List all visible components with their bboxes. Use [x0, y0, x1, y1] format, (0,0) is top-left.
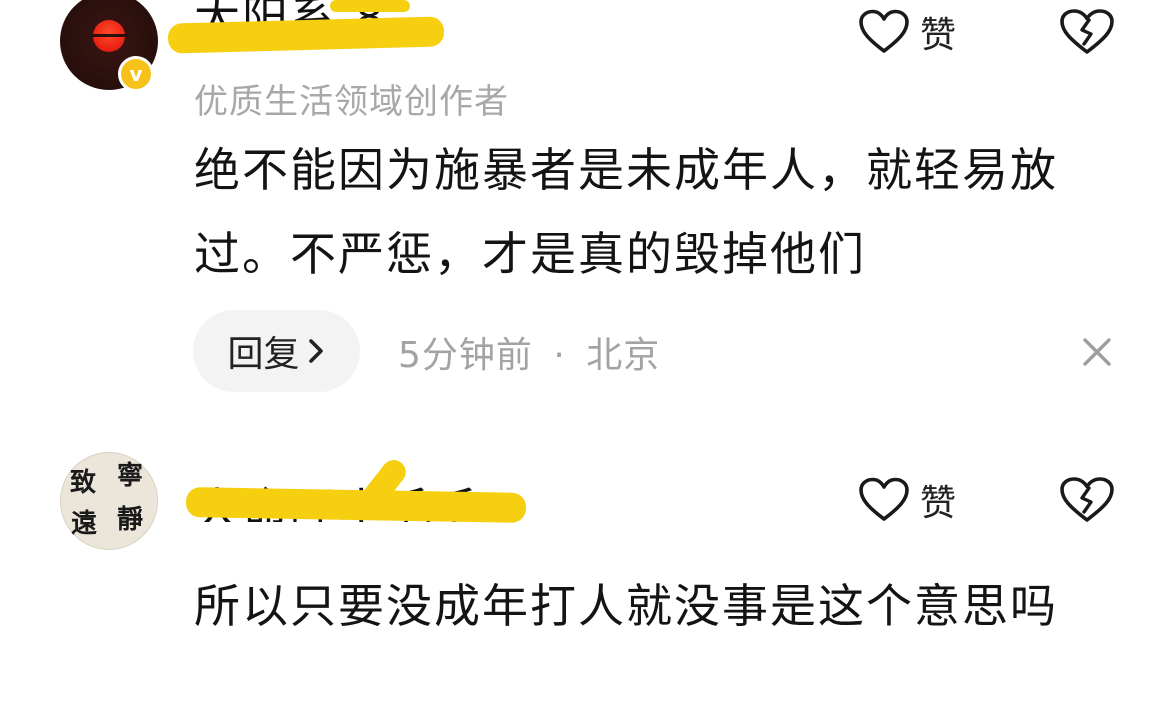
close-x-icon — [1083, 338, 1111, 366]
broken-heart-icon — [1060, 9, 1114, 54]
reply-label: 回复 — [227, 334, 300, 375]
comment-meta: 5分钟前 · 北京 — [398, 326, 660, 378]
reply-button[interactable]: 回复 — [193, 310, 360, 392]
avatar-char: 致 — [70, 468, 97, 498]
redaction-mark — [185, 487, 527, 523]
like-label: 赞 — [920, 15, 957, 56]
dislike-button[interactable] — [1058, 8, 1116, 60]
avatar-char: 靜 — [117, 505, 144, 535]
avatar-char: 寧 — [117, 461, 144, 491]
comment-location: 北京 — [586, 335, 661, 376]
dislike-button[interactable] — [1058, 476, 1116, 528]
comment-body: 所以只要没成年打人就没事是这个意思吗 — [194, 579, 1058, 633]
creator-tag: 优质生活领域创作者 — [194, 82, 509, 122]
comment-body: 绝不能因为施暴者是未成年人，就轻易放过。不严惩，才是真的毁掉他们 — [194, 143, 1058, 281]
close-button[interactable] — [1080, 335, 1114, 369]
meta-separator: · — [553, 335, 566, 376]
heart-outline-icon — [859, 9, 909, 53]
calligraphy-avatar[interactable]: 致 寧 遠 靜 — [60, 452, 158, 550]
broken-heart-icon — [1060, 477, 1114, 522]
verified-badge-icon: v — [118, 56, 154, 92]
like-label: 赞 — [920, 483, 957, 524]
heart-outline-icon — [859, 477, 909, 521]
redaction-mark — [167, 16, 445, 54]
redaction-mark — [330, 0, 410, 12]
avatar-char: 遠 — [71, 509, 98, 539]
comment-time: 5分钟前 — [398, 335, 533, 376]
like-button[interactable]: 赞 — [858, 474, 956, 526]
chevron-right-icon — [308, 339, 323, 363]
comment-page: v 大阳系 8 赞 优质生活领域创作者 绝不能因为施暴者是未成年人，就轻易放过。… — [0, 0, 1170, 720]
like-button[interactable]: 赞 — [858, 6, 956, 58]
